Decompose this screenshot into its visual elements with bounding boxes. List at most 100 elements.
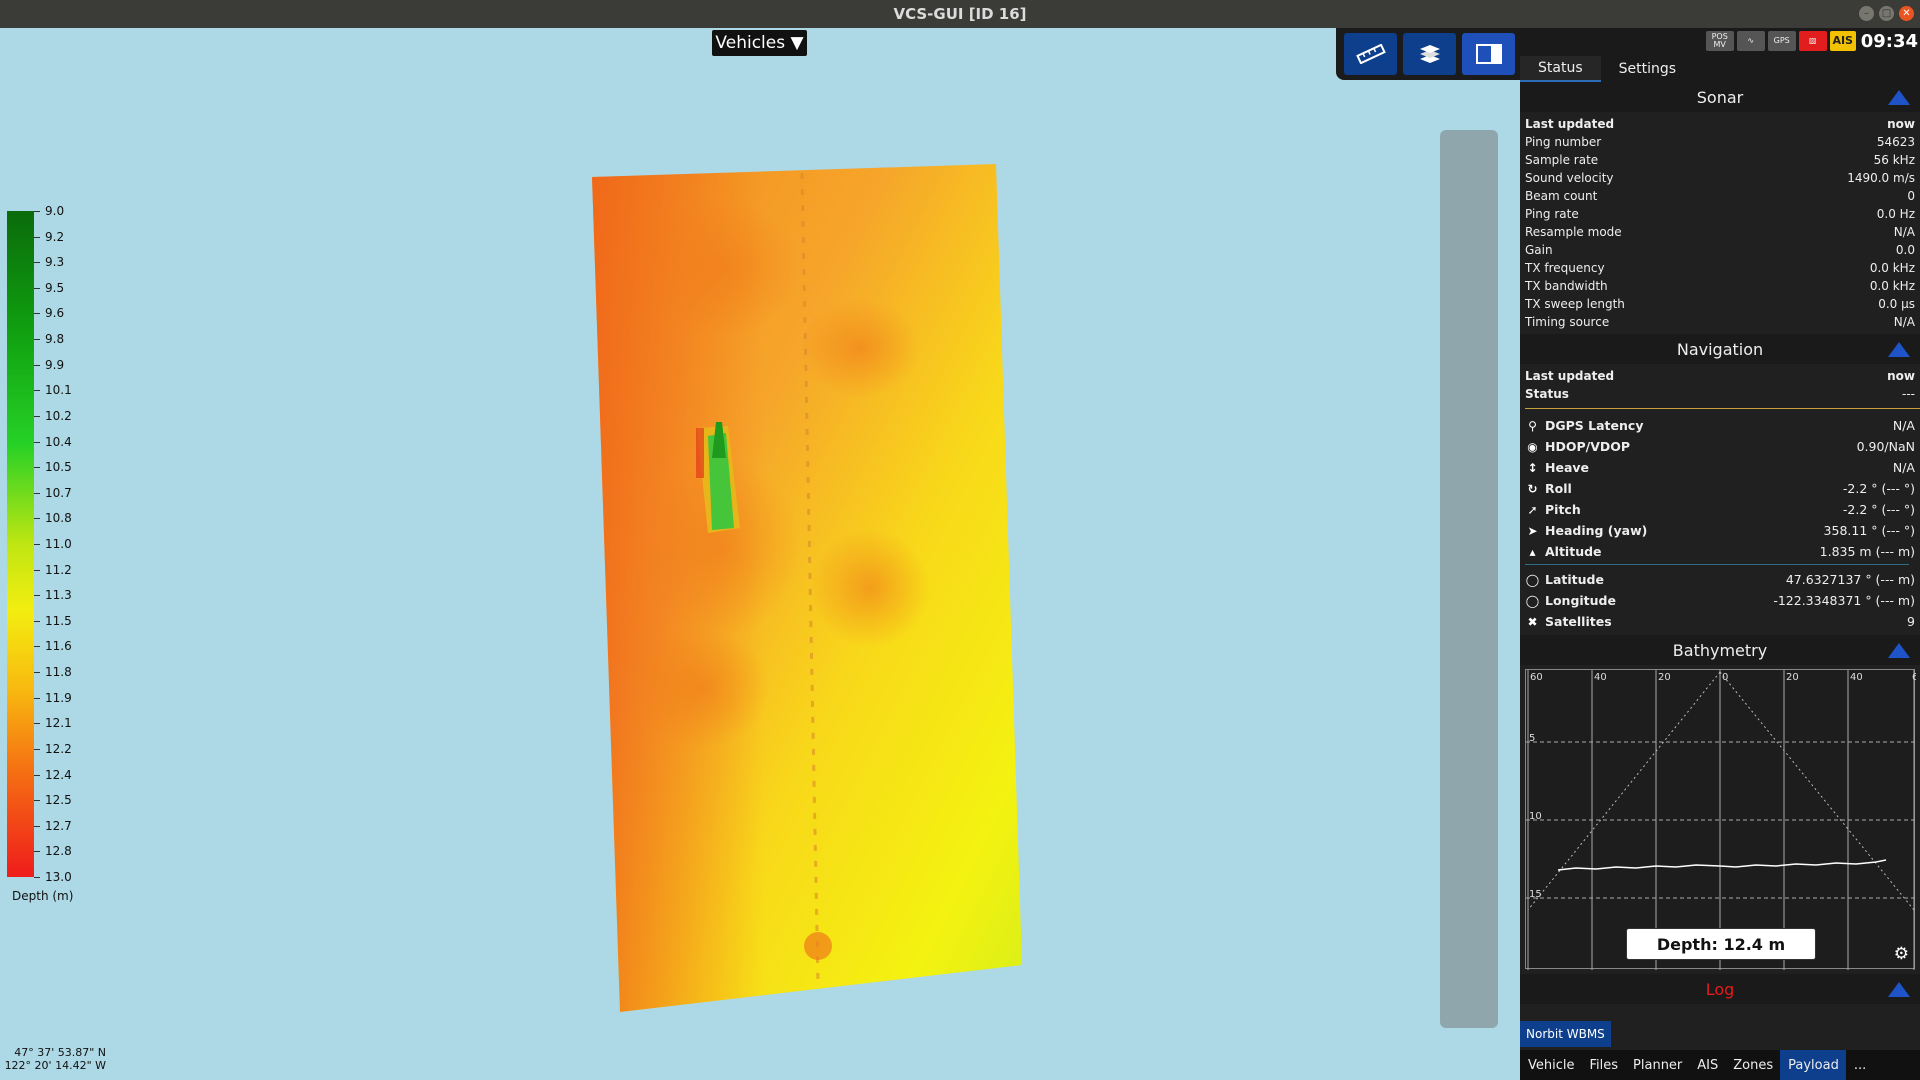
legend-tick xyxy=(34,723,40,724)
row-label: TX frequency xyxy=(1525,261,1605,275)
collapse-icon[interactable] xyxy=(1888,643,1910,658)
depth-readout: Depth: 12.4 m xyxy=(1626,928,1816,960)
bathy-y-tick-label: 10 xyxy=(1529,811,1542,822)
panel-toggle-button[interactable] xyxy=(1462,33,1515,75)
row-label-text: Satellites xyxy=(1545,614,1612,629)
row-label: Sound velocity xyxy=(1525,171,1614,185)
navigation-section-title: Navigation xyxy=(1676,339,1764,359)
row-label-text: Heading (yaw) xyxy=(1545,523,1648,538)
minimize-button[interactable]: – xyxy=(1859,6,1874,21)
legend-tick xyxy=(34,467,40,468)
measure-tool-button[interactable] xyxy=(1344,33,1397,75)
sonar-row: Ping rate 0.0 Hz xyxy=(1525,205,1915,223)
tab-status[interactable]: Status xyxy=(1520,56,1601,82)
row-value: N/A xyxy=(1893,315,1915,329)
altitude-icon: ▴ xyxy=(1529,544,1536,559)
close-button[interactable]: ✕ xyxy=(1899,6,1914,21)
bathymetry-plot: 60 40 20 0 20 40 60 5 10 15 xyxy=(1526,670,1916,970)
legend-tick-label: 10.2 xyxy=(45,409,72,423)
nav-status-row: Status --- xyxy=(1525,385,1915,403)
bottom-tab-bar: Vehicle Files Planner AIS Zones Payload... xyxy=(1520,1050,1920,1080)
bathy-x-tick-label: 40 xyxy=(1594,672,1607,683)
collapse-icon[interactable] xyxy=(1888,90,1910,105)
legend-tick-label: 9.9 xyxy=(45,358,65,372)
legend-tick-label: 13.0 xyxy=(45,870,72,884)
row-label: ➤ Heading (yaw) xyxy=(1525,523,1647,538)
cursor-coordinates: 47° 37' 53.87" N 122° 20' 14.42" W xyxy=(4,1046,106,1072)
bathymetry-profile-view[interactable]: 60 40 20 0 20 40 60 5 10 15 Depth: 12.4 m ⚙ xyxy=(1525,669,1916,970)
bottom-tab[interactable]: ... xyxy=(1846,1050,1873,1080)
legend-tick-label: 10.5 xyxy=(45,460,72,474)
legend-tick xyxy=(34,493,40,494)
map-toolbar xyxy=(1336,28,1520,80)
navigation-section-header[interactable]: Navigation xyxy=(1520,334,1920,364)
seafloor-profile-line xyxy=(1557,859,1887,871)
sonar-section-header[interactable]: Sonar xyxy=(1520,82,1920,112)
layers-tool-button[interactable] xyxy=(1403,33,1456,75)
vehicles-dropdown[interactable]: Vehicles ▼ xyxy=(712,30,807,56)
legend-tick xyxy=(34,749,40,750)
legend-tick xyxy=(34,698,40,699)
row-label: ➚ Pitch xyxy=(1525,502,1580,517)
legend-tick-label: 12.2 xyxy=(45,742,72,756)
bottom-tab[interactable]: Vehicle xyxy=(1520,1050,1582,1080)
legend-tick-label: 10.1 xyxy=(45,383,72,397)
legend-tick xyxy=(34,237,40,238)
row-value: 0 xyxy=(1907,189,1915,203)
navigation-row: ➚ Pitch -2.2 ° (--- °) xyxy=(1525,499,1915,520)
bottom-tab[interactable]: Zones xyxy=(1725,1050,1780,1080)
position-row: ◯ Latitude 47.6327137 ° (--- m) xyxy=(1525,569,1915,590)
legend-tick xyxy=(34,826,40,827)
navigation-row: ⚲ DGPS Latency N/A xyxy=(1525,415,1915,436)
tab-settings[interactable]: Settings xyxy=(1601,56,1694,82)
row-label: ↻ Roll xyxy=(1525,481,1571,496)
gear-icon[interactable]: ⚙ xyxy=(1894,944,1909,964)
legend-tick xyxy=(34,646,40,647)
bottom-tab[interactable]: Payload xyxy=(1780,1050,1846,1080)
sonar-row: Resample mode N/A xyxy=(1525,223,1915,241)
legend-tick xyxy=(34,570,40,571)
bathy-x-tick-label: 20 xyxy=(1786,672,1799,683)
row-value: 0.90/NaN xyxy=(1856,439,1915,454)
bathymetry-section-header[interactable]: Bathymetry xyxy=(1520,635,1920,665)
legend-tick xyxy=(34,621,40,622)
collapse-icon[interactable] xyxy=(1888,982,1910,997)
legend-tick xyxy=(34,775,40,776)
row-value: 0.0 kHz xyxy=(1869,261,1915,275)
legend-tick-label: 9.3 xyxy=(45,255,65,269)
legend-tick-label: 9.2 xyxy=(45,230,65,244)
row-label-text: HDOP/VDOP xyxy=(1545,439,1631,454)
row-value: -122.3348371 ° (--- m) xyxy=(1773,593,1915,608)
row-label: TX bandwidth xyxy=(1525,279,1608,293)
bathy-x-tick-label: 60 xyxy=(1530,672,1543,683)
payload-tab-norbit[interactable]: Norbit WBMS xyxy=(1520,1021,1611,1047)
bottom-tab[interactable]: AIS xyxy=(1689,1050,1725,1080)
row-value: N/A xyxy=(1892,418,1915,433)
legend-tick-label: 9.0 xyxy=(45,204,65,218)
row-label: Gain xyxy=(1525,243,1553,257)
legend-tick-label: 11.6 xyxy=(45,639,72,653)
clock: 09:34 xyxy=(1860,30,1918,52)
longitude-icon: ◯ xyxy=(1525,593,1540,608)
bottom-tab[interactable]: Files xyxy=(1582,1050,1626,1080)
legend-tick xyxy=(34,390,40,391)
legend-tick-label: 9.5 xyxy=(45,281,65,295)
row-label: Resample mode xyxy=(1525,225,1622,239)
window-controls: – □ ✕ xyxy=(1859,6,1914,21)
row-label-text: Altitude xyxy=(1545,544,1602,559)
bottom-tab[interactable]: Planner xyxy=(1625,1050,1689,1080)
collapse-icon[interactable] xyxy=(1888,342,1910,357)
layers-icon xyxy=(1419,45,1440,63)
row-label: Ping rate xyxy=(1525,207,1579,221)
log-section-header[interactable]: Log xyxy=(1520,974,1920,1004)
posmv-status-icon: POS MV xyxy=(1705,31,1734,51)
row-value: 54623 xyxy=(1876,135,1915,149)
legend-tick-label: 12.1 xyxy=(45,716,72,730)
log-section-title: Log xyxy=(1705,979,1735,999)
legend-tick-label: 9.8 xyxy=(45,332,65,346)
maximize-button[interactable]: □ xyxy=(1879,6,1894,21)
bathy-x-tick-label: 20 xyxy=(1658,672,1671,683)
heave-icon: ↕ xyxy=(1527,460,1538,475)
map-view[interactable] xyxy=(0,28,1520,1080)
map-side-scrollbar[interactable] xyxy=(1440,130,1498,1028)
